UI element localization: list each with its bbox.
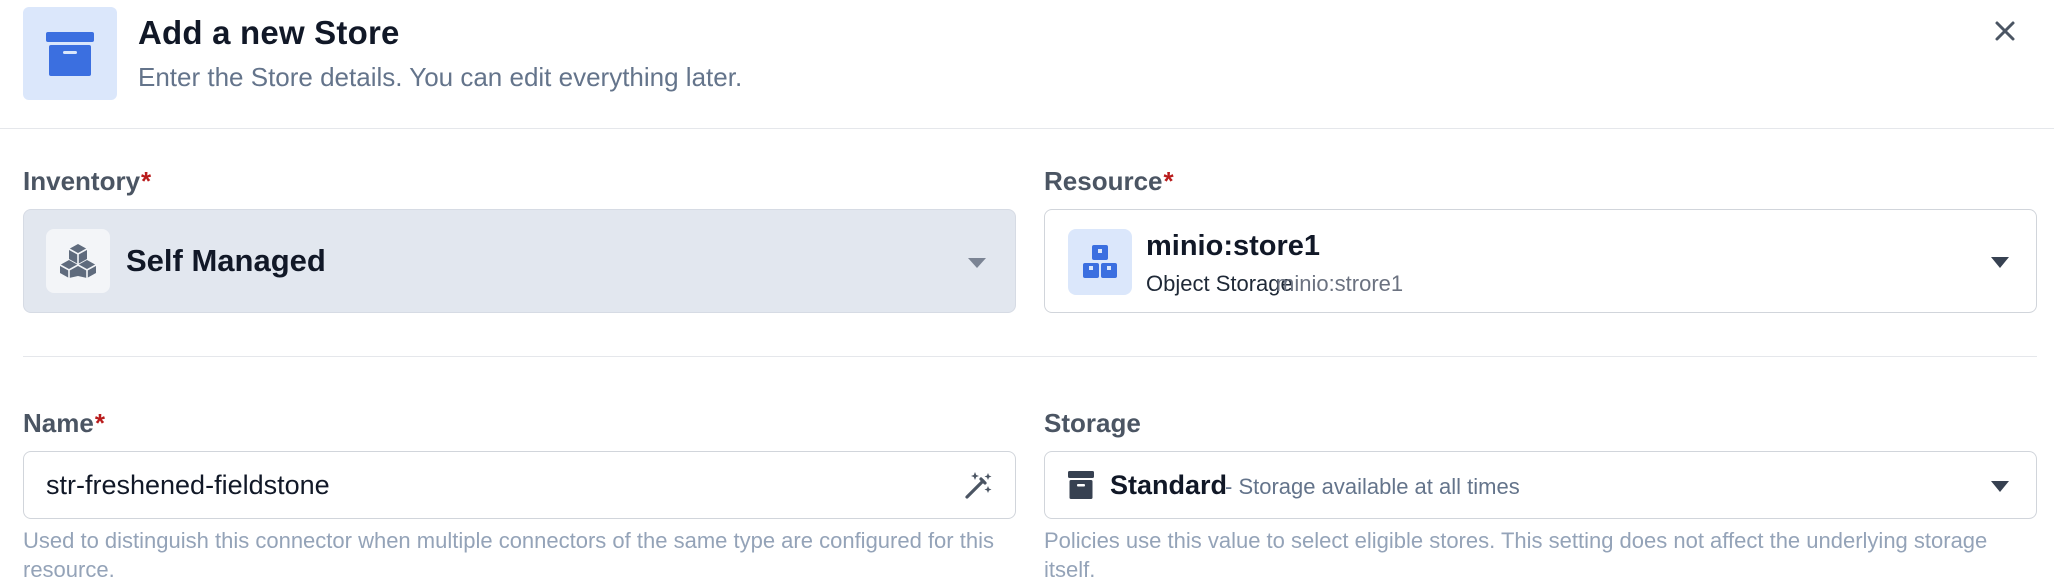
inventory-select[interactable]: Self Managed: [23, 209, 1016, 313]
storage-label: Storage: [1044, 408, 1141, 438]
chevron-down-icon: [968, 258, 986, 268]
storage-help-text: Policies use this value to select eligib…: [1044, 528, 1988, 582]
chevron-down-icon: [1991, 257, 2009, 268]
dialog-header: Add a new Store Enter the Store details.…: [0, 0, 2054, 129]
resource-title: minio:store1: [1146, 230, 1321, 262]
resource-label: Resource*: [1044, 166, 1174, 196]
name-help-text: Used to distinguish this connector when …: [23, 528, 994, 582]
name-input-value[interactable]: str-freshened-fieldstone: [46, 470, 330, 501]
object-storage-icon: [1068, 229, 1132, 295]
required-marker: *: [94, 408, 105, 438]
storage-select[interactable]: Standard - Storage available at all time…: [1044, 451, 2037, 519]
magic-wand-icon: [965, 472, 992, 499]
chevron-down-icon: [1991, 481, 2009, 492]
archive-icon: [1068, 471, 1094, 499]
resource-select[interactable]: minio:store1 Object Storage minio:strore…: [1044, 209, 2037, 313]
generate-name-button[interactable]: [962, 468, 996, 502]
storage-value: Standard: [1110, 470, 1228, 500]
inventory-label: Inventory*: [23, 166, 152, 196]
storage-description: - Storage available at all times: [1225, 474, 1520, 499]
archive-box-icon: [23, 7, 117, 100]
dialog-subtitle: Enter the Store details. You can edit ev…: [138, 62, 743, 92]
inventory-value: Self Managed: [126, 243, 326, 278]
close-button[interactable]: [1986, 12, 2024, 50]
required-marker: *: [141, 166, 152, 196]
dialog-title: Add a new Store: [138, 14, 400, 51]
required-marker: *: [1163, 166, 1174, 196]
name-input[interactable]: str-freshened-fieldstone: [23, 451, 1016, 519]
name-label: Name*: [23, 408, 105, 438]
resource-subtitle: minio:strore1: [1276, 271, 1404, 296]
section-divider: [23, 356, 2037, 357]
close-icon: [1995, 21, 2015, 41]
cubes-icon: [46, 229, 110, 293]
resource-type: Object Storage: [1146, 271, 1293, 296]
